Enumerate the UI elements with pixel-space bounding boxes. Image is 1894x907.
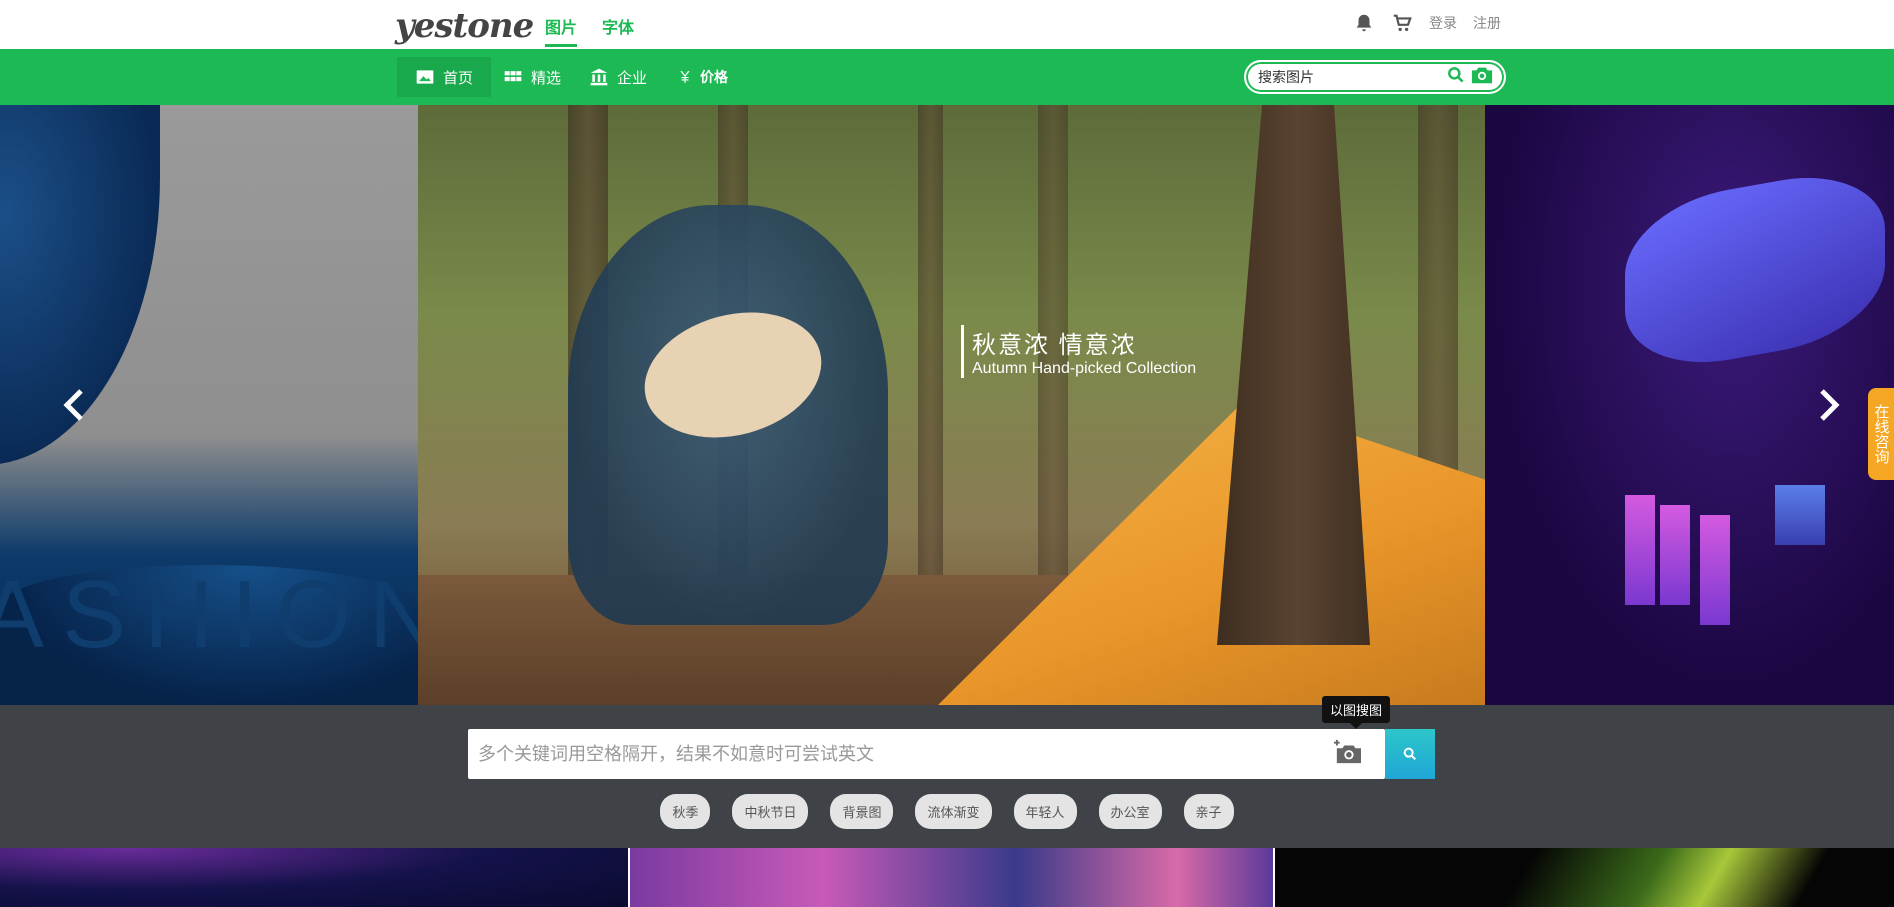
carousel-next-arrow-icon[interactable] — [1808, 385, 1848, 425]
search-icon — [1403, 747, 1417, 761]
grid-icon — [504, 71, 522, 82]
slide-decoration — [1660, 505, 1690, 605]
header-search-input[interactable] — [1258, 69, 1446, 85]
thumbnail-image[interactable] — [0, 848, 628, 907]
thumbnail-image[interactable] — [1275, 848, 1894, 907]
thumbnail-strip — [0, 848, 1894, 907]
nav-item-pricing[interactable]: 价格 — [660, 57, 746, 97]
bank-icon — [590, 68, 608, 86]
nav-item-label: 价格 — [700, 69, 728, 85]
logo[interactable]: yestone — [395, 6, 534, 46]
tag-chip[interactable]: 流体渐变 — [915, 794, 992, 829]
nav-item-label: 首页 — [443, 69, 474, 87]
tag-chip[interactable]: 秋季 — [660, 794, 711, 829]
main-search — [468, 729, 1385, 779]
main-search-button[interactable] — [1385, 729, 1435, 779]
image-search-tooltip: 以图搜图 — [1322, 696, 1391, 729]
carousel-prev-arrow-icon[interactable] — [55, 385, 95, 425]
nav-item-label: 企业 — [617, 69, 648, 87]
tag-chip[interactable]: 中秋节日 — [732, 794, 809, 829]
tab-fonts[interactable]: 字体 — [602, 14, 634, 38]
camera-plus-icon[interactable] — [1333, 739, 1363, 770]
tab-images[interactable]: 图片 — [545, 14, 578, 47]
tag-chip[interactable]: 亲子 — [1183, 794, 1234, 829]
nav-item-label: 精选 — [531, 69, 562, 87]
nav-item-featured[interactable]: 精选 — [485, 57, 579, 97]
login-link[interactable]: 登录 — [1429, 13, 1457, 33]
slide-decoration — [918, 105, 943, 575]
register-link[interactable]: 注册 — [1473, 13, 1501, 33]
tag-chip[interactable]: 办公室 — [1098, 794, 1162, 829]
top-right-actions: 登录 注册 — [1353, 12, 1501, 34]
main-search-input[interactable] — [478, 743, 1333, 765]
yuan-icon — [680, 71, 690, 83]
slide-decoration — [1625, 162, 1885, 378]
thumbnail-image[interactable] — [630, 848, 1273, 907]
slide-headline: ASHION — [0, 561, 418, 668]
hot-tags: 秋季 中秋节日 背景图 流体渐变 年轻人 办公室 亲子 — [0, 794, 1894, 829]
top-bar: yestone 图片 字体 登录 注册 — [0, 0, 1894, 49]
image-icon — [416, 70, 434, 84]
search-icon[interactable] — [1446, 65, 1466, 90]
tag-chip[interactable]: 年轻人 — [1013, 794, 1077, 829]
tag-chip[interactable]: 背景图 — [830, 794, 894, 829]
cart-icon[interactable] — [1391, 12, 1413, 34]
slide-decoration — [1775, 485, 1825, 545]
slide-slogan: 秋意浓 情意浓 Autumn Hand-picked Collection — [961, 325, 1196, 378]
header-search — [1244, 60, 1506, 94]
slide-decoration — [1217, 105, 1370, 645]
slide-decoration — [1700, 515, 1730, 625]
main-nav — [0, 49, 1894, 105]
slide-decoration — [1625, 495, 1655, 605]
camera-search-icon[interactable] — [1470, 64, 1494, 91]
carousel-slide-current[interactable]: 秋意浓 情意浓 Autumn Hand-picked Collection — [418, 105, 1485, 705]
nav-item-home[interactable]: 首页 — [397, 57, 492, 97]
hero-carousel: ASHION 秋意浓 情意浓 Autumn Hand-picked Collec… — [0, 105, 1894, 705]
online-consult-button[interactable]: 在线咨询 — [1868, 388, 1894, 480]
slogan-en: Autumn Hand-picked Collection — [972, 360, 1197, 377]
slide-decoration — [938, 399, 1485, 705]
slogan-cn: 秋意浓 情意浓 — [972, 332, 1137, 359]
bell-icon[interactable] — [1353, 12, 1375, 34]
nav-item-enterprise[interactable]: 企业 — [571, 57, 665, 97]
